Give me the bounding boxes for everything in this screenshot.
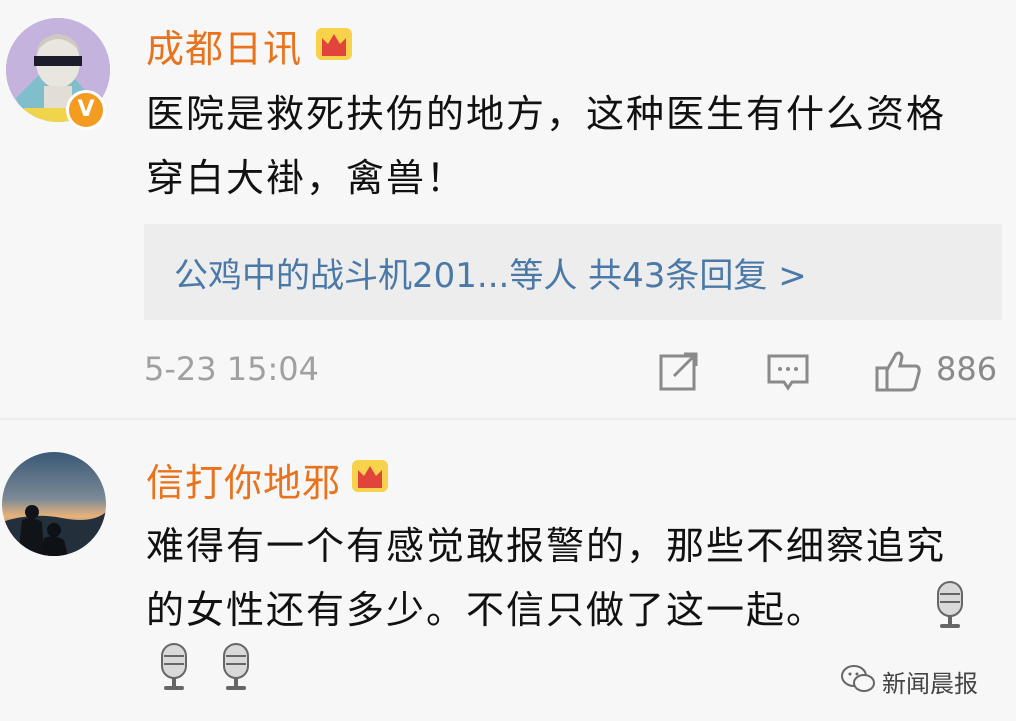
share-icon[interactable] bbox=[658, 350, 700, 392]
crown-icon bbox=[352, 460, 388, 492]
comment-icon[interactable] bbox=[766, 352, 810, 392]
microphone-icon bbox=[937, 581, 963, 628]
avatar[interactable] bbox=[2, 452, 106, 556]
username[interactable]: 成都日讯 bbox=[146, 18, 302, 73]
replies-link[interactable]: 公鸡中的战斗机201...等人 共43条回复 > bbox=[174, 248, 807, 297]
thumbs-up-icon[interactable] bbox=[874, 348, 922, 394]
comment-text: 医院是救死扶伤的地方，这种医生有什么资格穿白大褂，禽兽！ bbox=[146, 92, 947, 200]
replies-summary[interactable]: 公鸡中的战斗机201...等人 共43条回复 > bbox=[144, 224, 1002, 320]
verified-badge: V bbox=[66, 90, 106, 130]
like-count: 886 bbox=[936, 350, 998, 388]
comment-divider bbox=[0, 418, 1016, 420]
microphone-icon bbox=[161, 643, 187, 690]
comment-text: 难得有一个有感觉敢报警的，那些不细察追究的女性还有多少。不信只做了这一起。 bbox=[146, 524, 947, 632]
watermark-text: 新闻晨报 bbox=[882, 670, 978, 698]
crown-icon bbox=[316, 28, 352, 60]
username[interactable]: 信打你地邪 bbox=[146, 452, 341, 507]
wechat-icon bbox=[841, 665, 875, 692]
microphone-icon bbox=[223, 643, 249, 690]
comment-time: 5-23 15:04 bbox=[144, 350, 320, 388]
